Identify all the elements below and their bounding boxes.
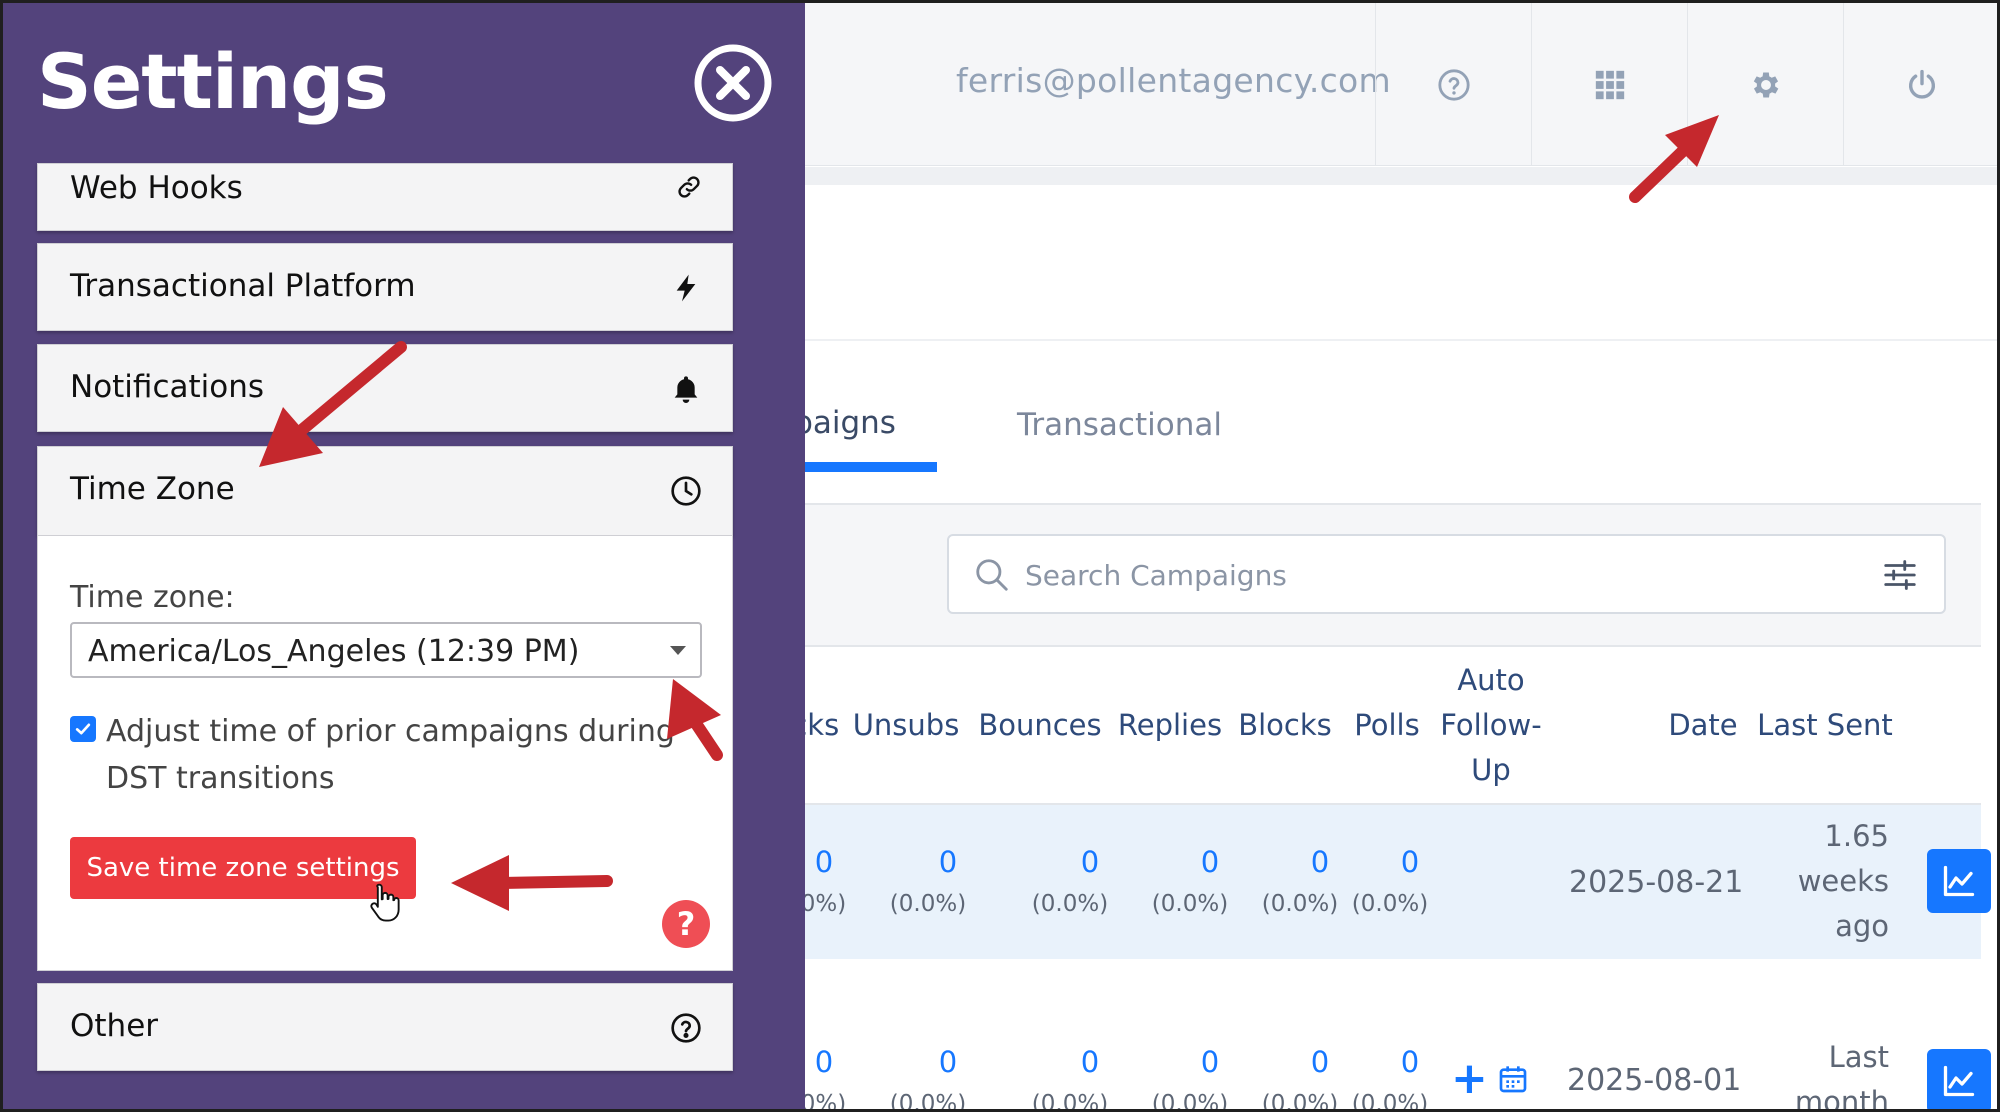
row1-date: 2025-08-21 <box>1569 865 1744 900</box>
row2-polls-pct: (0.0%) <box>1351 1091 1429 1112</box>
section-other[interactable]: Other <box>37 983 733 1071</box>
settings-panel: Settings Web Hooks Transactional Platfor… <box>3 3 805 1109</box>
col-header-bounces[interactable]: Bounces <box>975 703 1105 748</box>
dst-checkbox-label[interactable]: Adjust time of prior campaigns during DS… <box>106 708 706 802</box>
time-zone-select[interactable]: America/Los_Angeles (12:39 PM) <box>70 622 702 678</box>
app-window: ferris@pollentagency.com mpaigns Transac… <box>0 0 2000 1112</box>
help-circle-icon <box>1437 68 1470 101</box>
row2-bounces-pct: (0.0%) <box>1031 1091 1109 1112</box>
row1-unsubs-pct: (0.0%) <box>889 891 967 917</box>
help-button[interactable] <box>1375 3 1531 166</box>
row2-bounces: 0 <box>1080 1045 1100 1079</box>
row2-replies-pct: (0.0%) <box>1151 1091 1229 1112</box>
divider <box>803 339 1997 341</box>
settings-button[interactable] <box>1687 3 1843 166</box>
link-icon <box>678 176 700 198</box>
power-icon <box>1908 69 1935 99</box>
filter-sliders-icon[interactable] <box>1880 556 1920 594</box>
user-email[interactable]: ferris@pollentagency.com <box>956 61 1391 100</box>
row1-bounces-pct: (0.0%) <box>1031 891 1109 917</box>
bolt-icon <box>676 274 696 302</box>
row2-polls: 0 <box>1400 1045 1420 1079</box>
row1-bounces: 0 <box>1080 845 1100 879</box>
col-header-blocks[interactable]: Blocks <box>1237 703 1333 748</box>
row1-last-sent: 1.65 weeks ago <box>1797 819 1889 943</box>
col-header-auto-follow-up[interactable]: Auto Follow- Up <box>1427 658 1555 793</box>
row2-blocks-pct: (0.0%) <box>1261 1091 1339 1112</box>
line-chart-icon <box>1943 1065 1975 1097</box>
calendar-icon[interactable] <box>1497 1063 1529 1095</box>
section-time-zone[interactable]: Time Zone <box>37 446 733 536</box>
checkmark-icon <box>75 723 91 735</box>
col-header-polls[interactable]: Polls <box>1349 703 1425 748</box>
row2-unsubs-pct: (0.0%) <box>889 1091 967 1112</box>
row2-date: 2025-08-01 <box>1567 1063 1742 1098</box>
row1-replies-pct: (0.0%) <box>1151 891 1229 917</box>
help-button[interactable]: ? <box>662 900 710 948</box>
save-time-zone-button[interactable]: Save time zone settings <box>70 837 416 899</box>
row2-report-button[interactable] <box>1927 1049 1991 1109</box>
search-box <box>947 534 1946 614</box>
row2-unsubs: 0 <box>938 1045 958 1079</box>
time-zone-label: Time zone: <box>70 580 235 615</box>
row1-polls-pct: (0.0%) <box>1351 891 1429 917</box>
section-label: Time Zone <box>70 471 235 507</box>
gear-icon <box>1753 72 1778 97</box>
col-header-date[interactable]: Date <box>1663 703 1743 748</box>
search-icon <box>976 559 1008 591</box>
search-input[interactable] <box>1025 552 1825 598</box>
row1-clicks: 0 <box>814 845 834 879</box>
line-chart-icon <box>1943 865 1975 897</box>
hand-cursor-icon <box>370 883 400 922</box>
apps-button[interactable] <box>1531 3 1687 166</box>
col-header-replies[interactable]: Replies <box>1115 703 1225 748</box>
clock-icon <box>671 476 701 506</box>
logout-button[interactable] <box>1843 3 1997 166</box>
col-header-last-sent[interactable]: Last Sent <box>1755 703 1895 748</box>
section-label: Transactional Platform <box>70 268 416 304</box>
add-follow-up-icon[interactable]: + <box>1451 1053 1488 1104</box>
time-zone-selected-value: America/Los_Angeles (12:39 PM) <box>88 634 580 669</box>
row2-replies: 0 <box>1200 1045 1220 1079</box>
section-label: Web Hooks <box>70 170 243 206</box>
section-notifications[interactable]: Notifications <box>37 344 733 432</box>
col-header-unsubs[interactable]: Unsubs <box>851 703 961 748</box>
row1-unsubs: 0 <box>938 845 958 879</box>
row1-blocks-pct: (0.0%) <box>1261 891 1339 917</box>
background-strip <box>803 167 1997 185</box>
chevron-down-icon <box>670 646 686 655</box>
row2-blocks: 0 <box>1310 1045 1330 1079</box>
row2-last-sent: Last month <box>1794 1040 1889 1112</box>
apps-grid-icon <box>1595 70 1624 99</box>
row1-replies: 0 <box>1200 845 1220 879</box>
bell-icon <box>674 376 698 403</box>
table-border <box>803 645 1981 647</box>
dst-checkbox[interactable] <box>70 716 96 742</box>
row1-report-button[interactable] <box>1927 849 1991 913</box>
panel-title: Settings <box>37 37 389 126</box>
section-label: Other <box>70 1008 159 1044</box>
row1-polls: 0 <box>1400 845 1420 879</box>
section-label: Notifications <box>70 369 265 405</box>
top-bar: ferris@pollentagency.com <box>803 3 1997 166</box>
section-transactional-platform[interactable]: Transactional Platform <box>37 243 733 331</box>
question-circle-icon <box>671 1013 701 1043</box>
row1-blocks: 0 <box>1310 845 1330 879</box>
tab-transactional[interactable]: Transactional <box>1017 407 1222 443</box>
section-web-hooks[interactable]: Web Hooks <box>37 163 733 231</box>
page-header-area <box>803 185 1981 339</box>
row2-clicks: 0 <box>814 1045 834 1079</box>
close-icon[interactable] <box>693 43 773 123</box>
